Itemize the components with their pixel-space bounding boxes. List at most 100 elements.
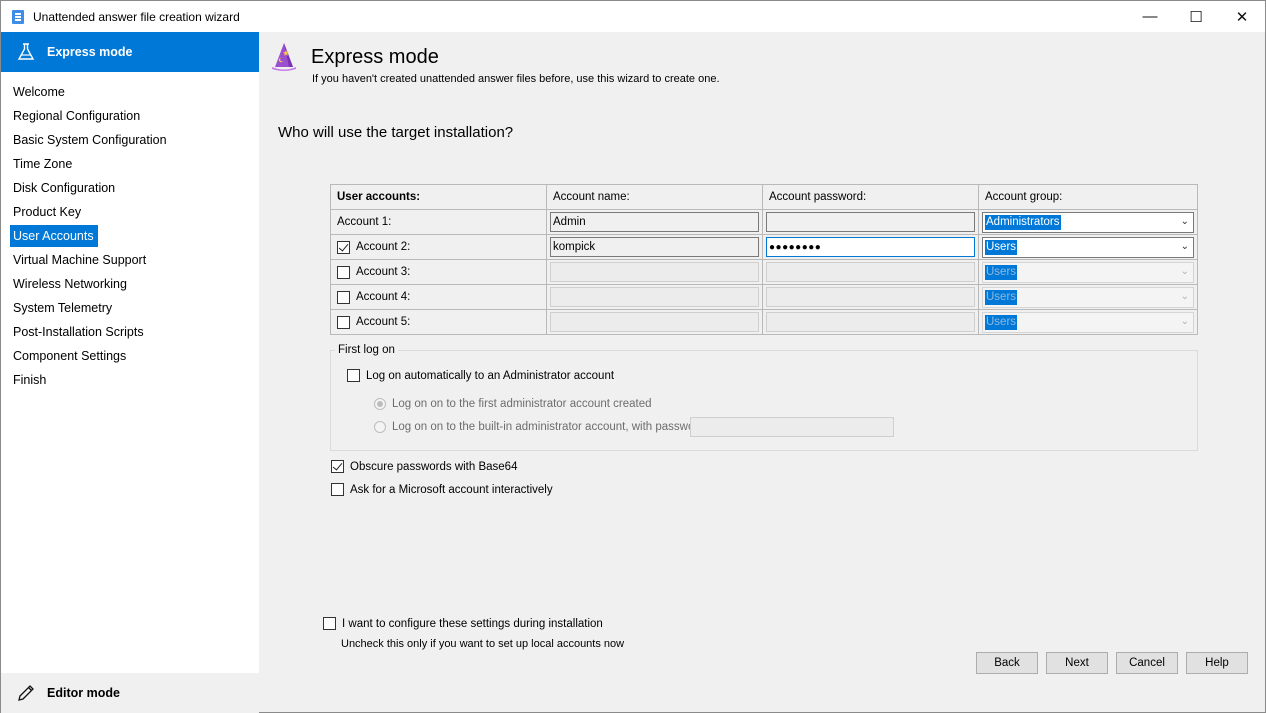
sidebar-item-component-settings[interactable]: Component Settings bbox=[1, 344, 259, 368]
minimize-button[interactable]: — bbox=[1127, 1, 1173, 32]
first-admin-option[interactable]: Log on on to the first administrator acc… bbox=[374, 398, 652, 410]
selected-value: Users bbox=[985, 289, 1018, 305]
first-logon-group-label: First log on bbox=[335, 344, 398, 356]
page-subtitle: If you haven't created unattended answer… bbox=[312, 73, 720, 85]
account-1-password-field[interactable] bbox=[766, 212, 975, 232]
selected-value: Users bbox=[985, 264, 1018, 280]
account-1-name-field[interactable]: Admin bbox=[550, 212, 759, 232]
wizard-window: Unattended answer file creation wizard —… bbox=[0, 0, 1266, 713]
account-3-password-field[interactable] bbox=[766, 262, 975, 282]
sidebar-item-label: Finish bbox=[13, 373, 47, 387]
chevron-down-icon: ⌄ bbox=[1180, 265, 1189, 277]
account-2-checkbox[interactable] bbox=[337, 240, 350, 254]
selected-value: Users bbox=[985, 239, 1018, 255]
microsoft-account-option[interactable]: Ask for a Microsoft account interactivel… bbox=[331, 483, 553, 496]
sidebar-item-finish[interactable]: Finish bbox=[1, 368, 259, 392]
sidebar-item-label: Welcome bbox=[13, 85, 65, 99]
account-2-group-select[interactable]: Users ⌄ bbox=[982, 236, 1194, 258]
account-2-name-field[interactable]: kompick bbox=[550, 237, 759, 257]
table-row: Account 4: Users ⌄ bbox=[330, 284, 1198, 310]
sidebar-item-label: Wireless Networking bbox=[13, 277, 127, 291]
configure-later-checkbox[interactable] bbox=[323, 617, 336, 630]
express-mode-header[interactable]: Express mode bbox=[1, 32, 259, 72]
account-5-label: Account 5: bbox=[356, 316, 411, 328]
chevron-down-icon: ⌄ bbox=[1180, 315, 1189, 327]
account-4-label: Account 4: bbox=[356, 291, 411, 303]
sidebar-item-time-zone[interactable]: Time Zone bbox=[1, 152, 259, 176]
maximize-button[interactable]: ☐ bbox=[1173, 1, 1219, 32]
builtin-admin-password-field[interactable] bbox=[690, 417, 894, 437]
user-accounts-table: User accounts: Account name: Account pas… bbox=[330, 184, 1198, 335]
account-5-password-field[interactable] bbox=[766, 312, 975, 332]
page-title: Express mode bbox=[311, 46, 439, 68]
sidebar-item-label: Post-Installation Scripts bbox=[13, 325, 144, 339]
table-row: Account 2: kompick ●●●●●●●● Users ⌄ bbox=[330, 234, 1198, 260]
next-button[interactable]: Next bbox=[1046, 652, 1108, 674]
microsoft-account-checkbox[interactable] bbox=[331, 483, 344, 496]
sidebar-item-label: System Telemetry bbox=[13, 301, 113, 315]
column-header-account-group: Account group: bbox=[978, 184, 1198, 210]
account-3-checkbox[interactable] bbox=[337, 265, 350, 279]
account-3-label: Account 3: bbox=[356, 266, 411, 278]
selected-value: Administrators bbox=[985, 214, 1061, 230]
sidebar-item-basic-system-configuration[interactable]: Basic System Configuration bbox=[1, 128, 259, 152]
account-4-checkbox[interactable] bbox=[337, 290, 350, 304]
table-row: Account 1: Admin Administrators ⌄ bbox=[330, 209, 1198, 235]
builtin-admin-option[interactable]: Log on on to the built-in administrator … bbox=[374, 421, 708, 433]
sidebar-item-post-installation-scripts[interactable]: Post-Installation Scripts bbox=[1, 320, 259, 344]
obscure-passwords-option[interactable]: Obscure passwords with Base64 bbox=[331, 460, 517, 473]
obscure-passwords-checkbox[interactable] bbox=[331, 460, 344, 473]
sidebar-item-label: Virtual Machine Support bbox=[13, 253, 147, 267]
sidebar-item-regional-configuration[interactable]: Regional Configuration bbox=[1, 104, 259, 128]
account-4-name-field[interactable] bbox=[550, 287, 759, 307]
sidebar-item-product-key[interactable]: Product Key bbox=[1, 200, 259, 224]
auto-logon-option[interactable]: Log on automatically to an Administrator… bbox=[347, 369, 614, 382]
chevron-down-icon: ⌄ bbox=[1180, 290, 1189, 302]
sidebar-item-wireless-networking[interactable]: Wireless Networking bbox=[1, 272, 259, 296]
sidebar-item-label: Component Settings bbox=[13, 349, 127, 363]
main-panel: Express mode If you haven't created unat… bbox=[259, 32, 1266, 713]
cancel-button[interactable]: Cancel bbox=[1116, 652, 1178, 674]
account-1-group-select[interactable]: Administrators ⌄ bbox=[982, 211, 1194, 233]
account-1-label: Account 1: bbox=[337, 216, 392, 228]
sidebar-item-virtual-machine-support[interactable]: Virtual Machine Support bbox=[1, 248, 259, 272]
editor-mode-link[interactable]: Editor mode bbox=[1, 673, 259, 713]
account-5-checkbox[interactable] bbox=[337, 315, 350, 329]
wizard-steps-list: Welcome Regional Configuration Basic Sys… bbox=[1, 80, 259, 392]
header-text: Account password: bbox=[769, 191, 867, 203]
builtin-admin-radio[interactable] bbox=[374, 421, 386, 433]
column-header-account-name: Account name: bbox=[546, 184, 763, 210]
sidebar-item-label: Basic System Configuration bbox=[13, 133, 167, 147]
auto-logon-checkbox[interactable] bbox=[347, 369, 360, 382]
configure-later-option[interactable]: I want to configure these settings durin… bbox=[323, 617, 603, 630]
section-question: Who will use the target installation? bbox=[278, 124, 514, 141]
account-2-password-field[interactable]: ●●●●●●●● bbox=[766, 237, 975, 257]
first-admin-label: Log on on to the first administrator acc… bbox=[392, 398, 652, 410]
sidebar-item-label: Product Key bbox=[13, 205, 82, 219]
sidebar-item-system-telemetry[interactable]: System Telemetry bbox=[1, 296, 259, 320]
back-button[interactable]: Back bbox=[976, 652, 1038, 674]
chevron-down-icon: ⌄ bbox=[1180, 240, 1189, 252]
sidebar-item-label: Disk Configuration bbox=[13, 181, 116, 195]
editor-mode-label: Editor mode bbox=[47, 686, 120, 700]
first-admin-radio[interactable] bbox=[374, 398, 386, 410]
account-3-group-select[interactable]: Users ⌄ bbox=[982, 261, 1194, 283]
help-button[interactable]: Help bbox=[1186, 652, 1248, 674]
table-row: Account 3: Users ⌄ bbox=[330, 259, 1198, 285]
microsoft-account-label: Ask for a Microsoft account interactivel… bbox=[350, 483, 553, 496]
sidebar-item-disk-configuration[interactable]: Disk Configuration bbox=[1, 176, 259, 200]
account-5-group-select[interactable]: Users ⌄ bbox=[982, 311, 1194, 333]
auto-logon-label: Log on automatically to an Administrator… bbox=[366, 369, 615, 382]
chevron-down-icon: ⌄ bbox=[1180, 215, 1189, 227]
account-4-group-select[interactable]: Users ⌄ bbox=[982, 286, 1194, 308]
wizard-hat-icon bbox=[272, 43, 296, 71]
close-button[interactable]: ✕ bbox=[1219, 1, 1265, 32]
account-3-name-field[interactable] bbox=[550, 262, 759, 282]
account-5-name-field[interactable] bbox=[550, 312, 759, 332]
account-4-password-field[interactable] bbox=[766, 287, 975, 307]
selected-value: Users bbox=[985, 314, 1018, 330]
sidebar-item-welcome[interactable]: Welcome bbox=[1, 80, 259, 104]
sidebar-item-label: Time Zone bbox=[13, 157, 73, 171]
header-text: Account group: bbox=[985, 191, 1063, 203]
sidebar-item-user-accounts[interactable]: User Accounts bbox=[1, 224, 259, 248]
